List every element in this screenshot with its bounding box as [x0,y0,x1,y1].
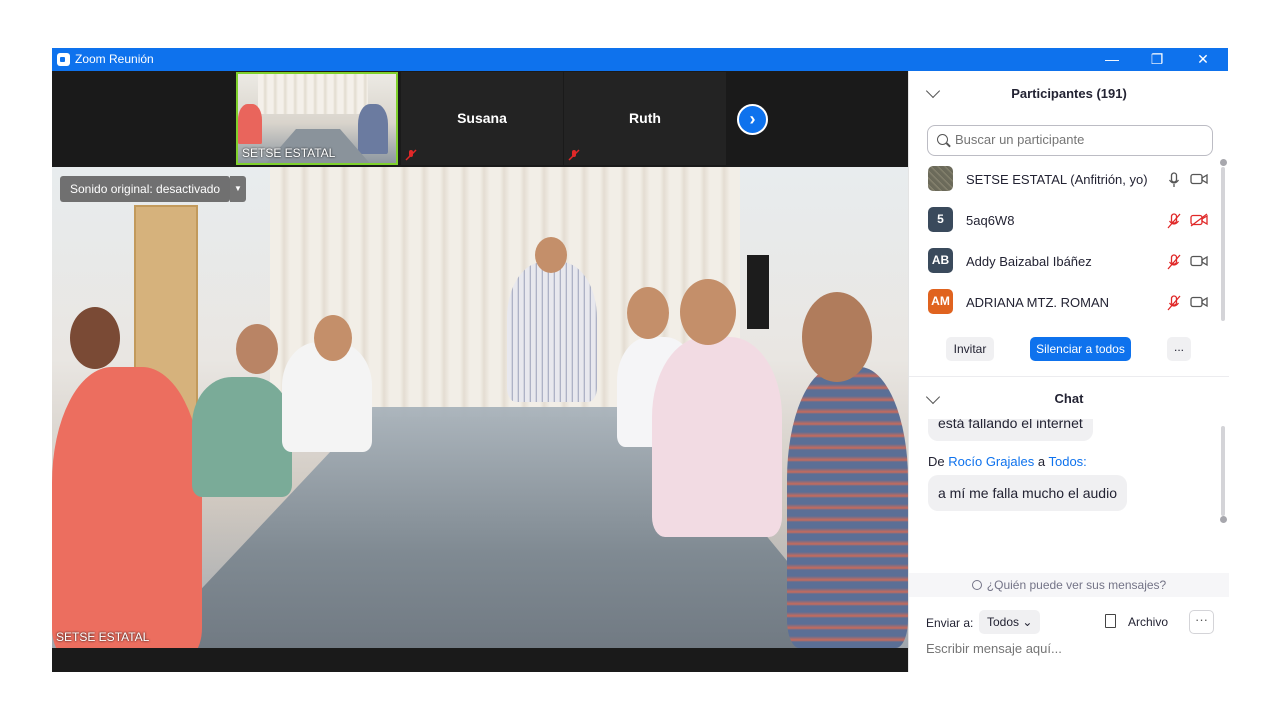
participant-row[interactable]: AM ADRIANA MTZ. ROMAN [909,282,1219,323]
participant-row[interactable]: SETSE ESTATAL (Anfitrión, yo) [909,159,1219,200]
camera-off-icon[interactable] [1190,213,1208,227]
zoom-app-icon [57,53,70,66]
invite-button[interactable]: Invitar [946,337,994,361]
participant-search[interactable] [927,125,1213,156]
main-video-label: SETSE ESTATAL [56,630,150,644]
participants-header: Participantes (191) [909,71,1229,117]
participant-actions: Invitar Silenciar a todos ... [909,337,1229,367]
original-sound-button[interactable]: Sonido original: desactivado ▼ [60,176,246,202]
mic-muted-icon[interactable] [1167,213,1181,229]
recipient-name[interactable]: Todos: [1048,454,1086,469]
participant-name: ADRIANA MTZ. ROMAN [966,295,1110,310]
loudspeaker [747,255,769,329]
participants-title: Participantes (191) [1011,86,1127,101]
participant-list: SETSE ESTATAL (Anfitrión, yo) 5 5aq6W8 A… [909,159,1229,327]
person-head [314,315,352,361]
main-video: Sonido original: desactivado ▼ SETSE EST… [52,167,908,648]
file-button[interactable]: Archivo [1128,615,1168,629]
person-head [627,287,669,339]
title-bar: Zoom Reunión — ❐ ✕ [52,48,1228,71]
thumb-person [358,104,388,154]
message-sender: De Rocío Grajales a Todos: [928,454,1087,469]
chat-more-button[interactable]: ··· [1189,610,1214,634]
standing-person [507,262,597,402]
camera-icon[interactable] [1190,295,1208,309]
participant-scroll-up[interactable] [1220,159,1227,166]
send-to-label: Enviar a: [926,616,974,630]
avatar: 5 [928,207,953,232]
seated-person [52,367,202,648]
more-button[interactable]: ... [1167,337,1191,361]
minimize-button[interactable]: — [1089,48,1135,71]
chat-scrollbar[interactable] [1221,426,1225,516]
side-panel: Participantes (191) SETSE ESTATAL (Anfit… [908,71,1229,672]
mic-muted-icon[interactable] [1167,254,1181,270]
participant-name: Addy Baizabal Ibáñez [966,254,1092,269]
divider [909,376,1229,377]
to-word: a [1037,454,1046,469]
participant-scrollbar[interactable] [1221,167,1225,321]
chat-scroll-down[interactable] [1220,516,1227,523]
thumb-curtain [258,74,368,114]
thumbnail-name: Susana [457,110,507,126]
who-can-see-notice[interactable]: ¿Quién puede ver sus mensajes? [909,573,1229,597]
from-prefix: De [928,454,945,469]
thumb-person [238,104,262,144]
sender-name[interactable]: Rocío Grajales [948,454,1034,469]
mic-muted-icon [568,149,580,161]
participant-name: 5aq6W8 [966,213,1015,228]
chat-bubble: a mí me falla mucho el audio [928,475,1127,511]
person-head [70,307,120,369]
chevron-down-icon: ⌄ [1022,615,1033,629]
next-page-button[interactable]: › [737,104,768,135]
search-icon [937,134,948,145]
camera-icon[interactable] [1190,254,1208,268]
participant-row[interactable]: 5 5aq6W8 [909,200,1219,241]
person-head [535,237,567,273]
participant-search-input[interactable] [955,132,1205,147]
mic-icon[interactable] [1167,172,1181,188]
seated-person [652,337,782,537]
send-to-dropdown[interactable]: Todos ⌄ [979,610,1041,634]
mic-muted-icon [405,149,417,161]
chat-messages: está fallando el internet De Rocío Graja… [909,419,1229,523]
camera-icon[interactable] [1190,172,1208,186]
thumbnail-susana[interactable]: Susana [401,72,563,165]
chat-title: Chat [1054,391,1084,406]
avatar: AM [928,289,953,314]
person-head [680,279,736,345]
video-area: SETSE ESTATAL Susana Ruth › Sonido origi… [52,71,908,672]
seated-person [192,377,292,497]
restore-button[interactable]: ❐ [1134,48,1180,71]
zoom-window: Zoom Reunión — ❐ ✕ SETSE ESTATAL Susana [52,48,1229,672]
seated-person [787,367,908,648]
person-shield-icon [971,580,982,590]
message-input[interactable] [926,641,1216,656]
original-sound-label: Sonido original: desactivado [70,182,221,196]
original-sound-dropdown-icon[interactable]: ▼ [230,176,246,202]
participant-row[interactable]: AB Addy Baizabal Ibáñez [909,241,1219,282]
thumbnail-ruth[interactable]: Ruth [564,72,726,165]
avatar [928,166,953,191]
mic-muted-icon[interactable] [1167,295,1181,311]
bottom-bar [52,648,908,672]
who-can-see-text: ¿Quién puede ver sus mensajes? [986,578,1167,592]
close-button[interactable]: ✕ [1180,48,1226,71]
send-row: Enviar a: Todos ⌄ Archivo ··· [909,609,1229,635]
chat-bubble: está fallando el internet [928,419,1093,441]
thumbnail-strip: SETSE ESTATAL Susana Ruth › [52,71,908,166]
thumbnail-video[interactable]: SETSE ESTATAL [236,72,398,165]
person-head [236,324,278,374]
thumbnail-label: SETSE ESTATAL [242,146,336,160]
window-title: Zoom Reunión [75,52,154,66]
thumbnail-name: Ruth [629,110,661,126]
file-icon[interactable] [1105,614,1116,628]
person-head [802,292,872,382]
mute-all-button[interactable]: Silenciar a todos [1030,337,1131,361]
participant-name: SETSE ESTATAL (Anfitrión, yo) [966,172,1148,187]
send-to-value: Todos [987,615,1020,629]
avatar: AB [928,248,953,273]
